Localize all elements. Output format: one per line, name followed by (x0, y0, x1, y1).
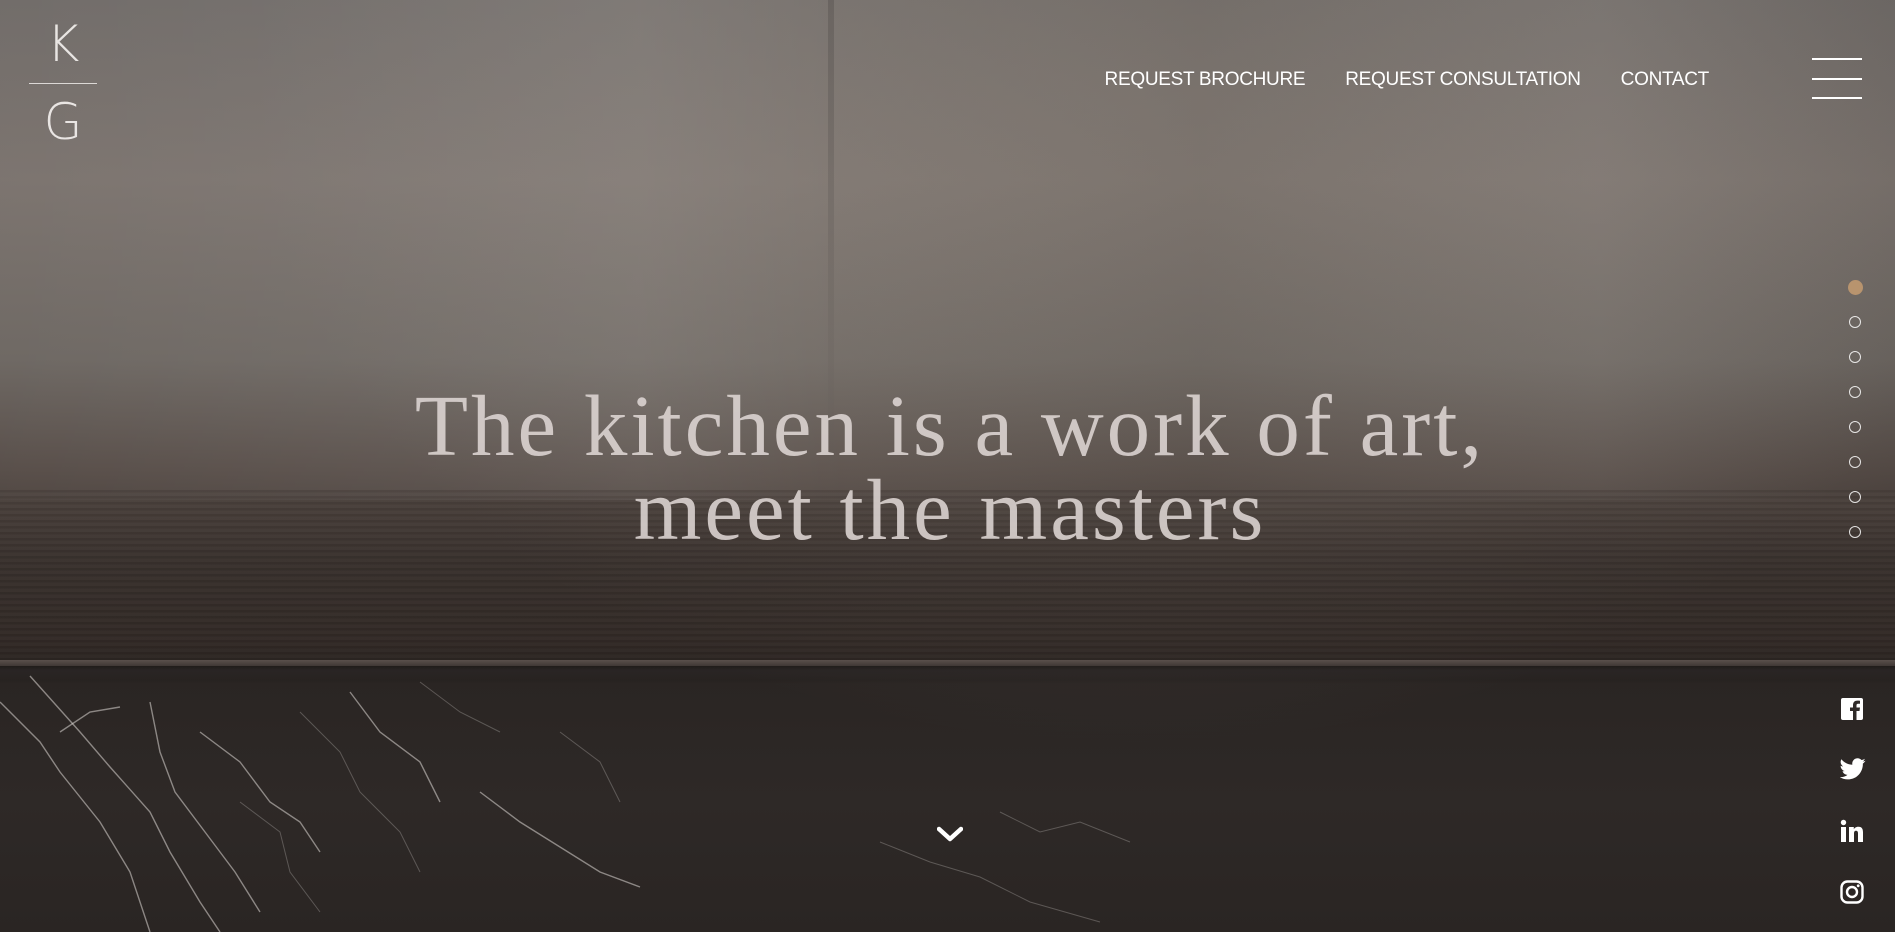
hamburger-icon[interactable] (1812, 58, 1862, 100)
social-links (1840, 697, 1866, 932)
hero-headline-line-2: meet the masters (633, 461, 1267, 558)
section-dot-8[interactable] (1849, 526, 1861, 538)
nav-request-brochure[interactable]: REQUEST BROCHURE (1105, 69, 1306, 91)
section-dot-4[interactable] (1849, 386, 1861, 398)
top-navigation: REQUEST BROCHURE REQUEST CONSULTATION CO… (1105, 69, 1710, 91)
section-dot-5[interactable] (1849, 421, 1861, 433)
nav-request-consultation[interactable]: REQUEST CONSULTATION (1345, 69, 1581, 91)
twitter-icon[interactable] (1840, 758, 1866, 784)
section-dot-6[interactable] (1849, 456, 1861, 468)
hero-section: K G REQUEST BROCHURE REQUEST CONSULTATIO… (0, 0, 1895, 932)
logo-letter-g: G (43, 93, 83, 151)
chevron-down-icon[interactable] (936, 826, 964, 844)
hamburger-line (1812, 78, 1862, 80)
logo-divider (29, 83, 97, 84)
section-dot-1[interactable] (1848, 280, 1863, 295)
hamburger-line (1812, 58, 1862, 60)
facebook-icon[interactable] (1840, 697, 1866, 723)
section-dot-navigation (1848, 280, 1865, 561)
hero-headline-line-1: The kitchen is a work of art, (414, 377, 1486, 474)
section-dot-2[interactable] (1849, 316, 1861, 328)
nav-contact[interactable]: CONTACT (1621, 69, 1710, 91)
hero-headline: The kitchen is a work of art, meet the m… (0, 377, 1895, 558)
section-dot-7[interactable] (1849, 491, 1861, 503)
hamburger-line (1812, 97, 1862, 99)
brand-logo[interactable]: K G (28, 18, 98, 150)
logo-letter-k: K (46, 15, 80, 73)
instagram-icon[interactable] (1840, 880, 1866, 906)
linkedin-icon[interactable] (1840, 819, 1866, 845)
background-marble (0, 672, 1895, 932)
section-dot-3[interactable] (1849, 351, 1861, 363)
